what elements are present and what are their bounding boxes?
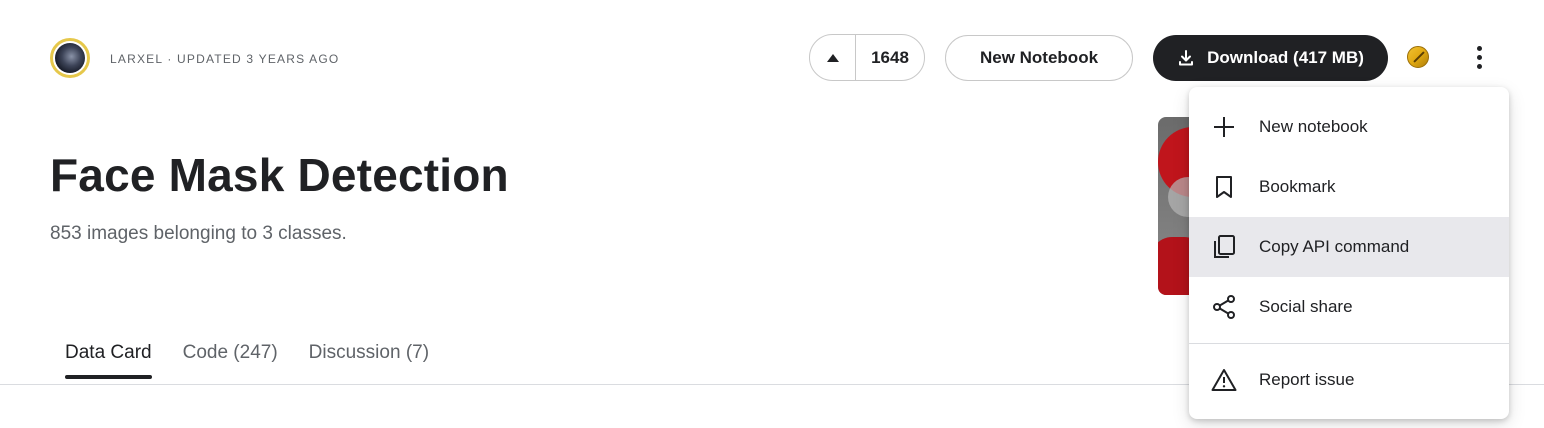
menu-item-new-notebook[interactable]: New notebook [1189,97,1509,157]
page-title: Face Mask Detection [50,149,509,201]
page-subtitle: 853 images belonging to 3 classes. [50,223,347,244]
medal-icon[interactable] [1407,46,1429,68]
menu-item-label: Report issue [1259,370,1355,389]
upvote-widget[interactable]: 1648 [809,34,925,81]
menu-item-label: New notebook [1259,117,1368,136]
plus-icon [1211,114,1237,140]
upvote-button[interactable] [810,35,856,80]
new-notebook-button[interactable]: New Notebook [945,35,1133,81]
more-options-menu: New notebook Bookmark Copy API command S… [1189,87,1509,419]
tab-data-card[interactable]: Data Card [65,342,152,379]
download-button[interactable]: Download (417 MB) [1153,35,1388,81]
menu-item-bookmark[interactable]: Bookmark [1189,157,1509,217]
menu-divider [1189,343,1509,344]
tab-discussion[interactable]: Discussion (7) [309,342,429,376]
tab-bar: Data Card Code (247) Discussion (7) [65,342,429,379]
download-label: Download (417 MB) [1207,48,1364,67]
menu-item-copy-api-command[interactable]: Copy API command [1189,217,1509,277]
owner-updated-line: LARXEL · UPDATED 3 YEARS AGO [110,52,340,66]
owner-avatar[interactable] [50,38,90,78]
download-icon [1179,50,1194,66]
caret-up-icon [826,53,839,62]
tab-code[interactable]: Code (247) [183,342,278,376]
share-icon [1211,294,1237,320]
copy-icon [1211,234,1237,260]
vote-count: 1648 [871,47,909,67]
avatar-image [55,43,85,73]
menu-item-label: Copy API command [1259,237,1410,256]
menu-item-report-issue[interactable]: Report issue [1189,350,1509,410]
more-options-icon[interactable] [1466,42,1492,72]
warning-icon [1211,367,1237,393]
menu-item-label: Social share [1259,297,1353,316]
bookmark-icon [1211,174,1237,200]
menu-item-label: Bookmark [1259,177,1336,196]
menu-item-social-share[interactable]: Social share [1189,277,1509,337]
